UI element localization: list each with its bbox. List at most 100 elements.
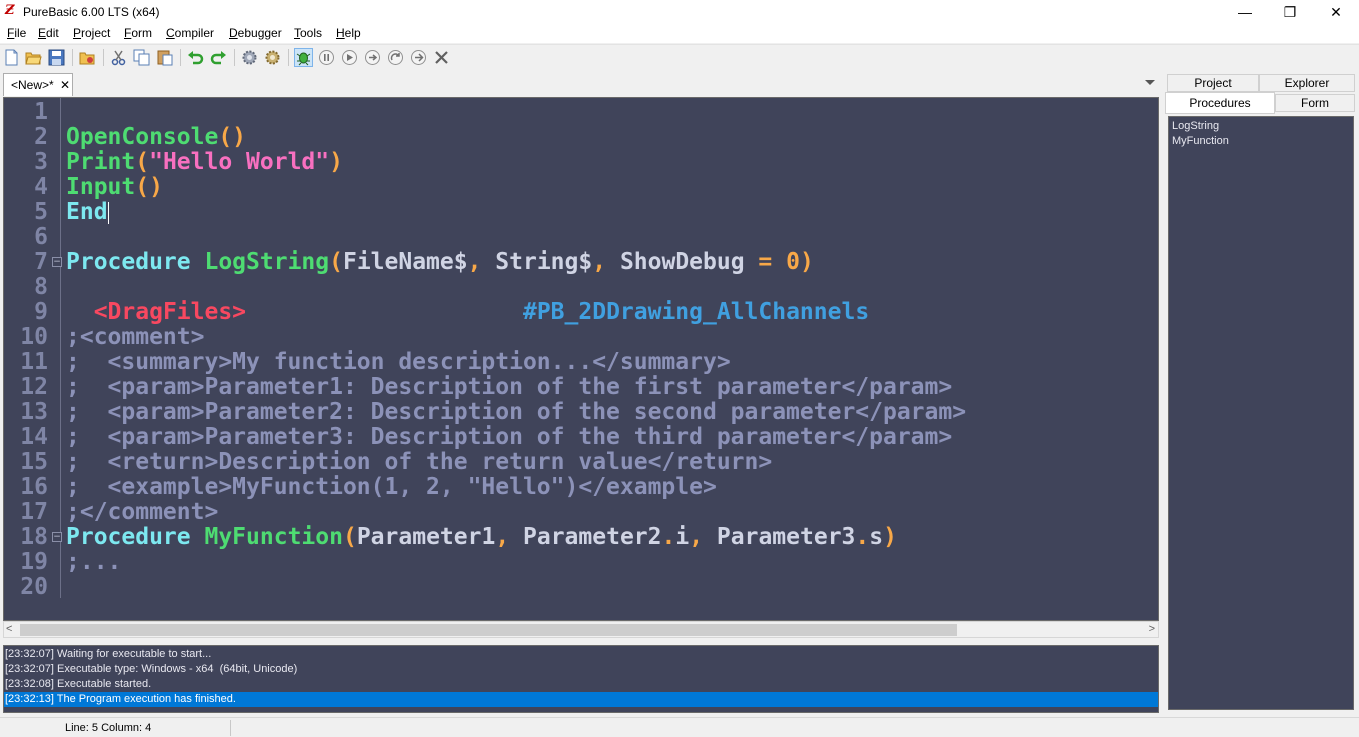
code-line[interactable]: 14 ; <param>Parameter3: Description of th… xyxy=(4,425,1154,450)
code-line[interactable]: 5 End xyxy=(4,200,1154,225)
code-text: ; <param>Parameter2: Description of the … xyxy=(66,400,966,425)
procedure-item[interactable]: MyFunction xyxy=(1172,134,1229,148)
menu-compiler[interactable]: Compiler xyxy=(166,26,214,40)
fold-toggle-icon[interactable]: − xyxy=(52,532,62,542)
minimize-button[interactable]: — xyxy=(1222,0,1268,24)
editor-tab[interactable]: <New>* ✕ xyxy=(3,73,73,96)
code-token-id: FileName$ xyxy=(342,249,468,275)
code-text: End xyxy=(66,200,109,225)
kill-icon[interactable] xyxy=(433,49,450,66)
code-text: Procedure LogString(FileName$, String$, … xyxy=(66,250,814,275)
code-token-cm: ; <param>Parameter1: Description of the … xyxy=(66,374,953,400)
save-icon[interactable] xyxy=(48,49,65,66)
procedure-list[interactable]: LogString MyFunction xyxy=(1168,116,1354,710)
code-line[interactable]: 7− Procedure LogString(FileName$, String$… xyxy=(4,250,1154,275)
new-file-icon[interactable] xyxy=(3,49,20,66)
code-line[interactable]: 20 xyxy=(4,575,1154,600)
code-line[interactable]: 16 ; <example>MyFunction(1, 2, "Hello")</… xyxy=(4,475,1154,500)
code-line[interactable]: 9 <DragFiles> #PB_2DDrawing_AllChannels xyxy=(4,300,1154,325)
line-number: 2 xyxy=(34,124,48,150)
line-number: 3 xyxy=(34,149,48,175)
code-line[interactable]: 4 Input() xyxy=(4,175,1154,200)
code-text: ;</comment> xyxy=(66,500,218,525)
code-token-fn: Input xyxy=(66,174,136,200)
code-token-cm: ;... xyxy=(66,549,122,575)
maximize-button[interactable]: ❐ xyxy=(1267,0,1313,24)
code-token-fn: LogString xyxy=(204,249,330,275)
menu-form[interactable]: Form xyxy=(124,26,152,40)
scroll-thumb[interactable] xyxy=(20,624,957,636)
code-line[interactable]: 18− Procedure MyFunction(Parameter1, Para… xyxy=(4,525,1154,550)
menu-tools[interactable]: Tools xyxy=(294,26,322,40)
menu-debugger[interactable]: Debugger xyxy=(229,26,282,40)
debug-output-panel[interactable]: [23:32:07] Waiting for executable to sta… xyxy=(3,645,1159,713)
line-number: 6 xyxy=(34,224,48,250)
stop-icon[interactable] xyxy=(410,49,427,66)
open-file-icon[interactable] xyxy=(25,49,42,66)
close-button[interactable]: ✕ xyxy=(1313,0,1359,24)
code-line[interactable]: 10 ;<comment> xyxy=(4,325,1154,350)
code-line[interactable]: 6 xyxy=(4,225,1154,250)
paste-icon[interactable] xyxy=(156,49,173,66)
code-text: ; <param>Parameter1: Description of the … xyxy=(66,375,952,400)
toolbar xyxy=(0,44,1359,69)
console-line[interactable]: [23:32:08] Executable started. xyxy=(4,677,1158,692)
step-over-icon[interactable] xyxy=(364,49,381,66)
debugger-icon[interactable] xyxy=(294,48,313,67)
code-line[interactable]: 15 ; <return>Description of the return va… xyxy=(4,450,1154,475)
code-token-punc: () xyxy=(218,124,247,150)
step-out-icon[interactable] xyxy=(387,49,404,66)
cut-icon[interactable] xyxy=(110,49,127,66)
code-token-num: 0 xyxy=(786,249,800,275)
console-line[interactable]: [23:32:07] Executable type: Windows - x6… xyxy=(4,662,1158,677)
editor-horizontal-scrollbar[interactable]: < > xyxy=(3,621,1159,638)
compile-run-icon[interactable] xyxy=(241,49,258,66)
status-bar: Line: 5 Column: 4 xyxy=(0,717,1359,737)
tab-project[interactable]: Project xyxy=(1167,74,1259,92)
pause-icon[interactable] xyxy=(318,49,335,66)
menu-project[interactable]: Project xyxy=(73,26,110,40)
code-text: Print("Hello World") xyxy=(66,150,343,175)
step-icon[interactable] xyxy=(341,49,358,66)
scroll-left-icon[interactable]: < xyxy=(6,623,12,635)
code-line[interactable]: 17 ;</comment> xyxy=(4,500,1154,525)
fold-toggle-icon[interactable]: − xyxy=(52,257,62,267)
code-text: Procedure MyFunction(Parameter1, Paramet… xyxy=(66,525,897,550)
console-line[interactable]: [23:32:07] Waiting for executable to sta… xyxy=(4,647,1158,662)
line-number: 5 xyxy=(34,199,48,225)
scroll-right-icon[interactable]: > xyxy=(1149,623,1155,635)
code-line[interactable]: 2 OpenConsole() xyxy=(4,125,1154,150)
code-line[interactable]: 12 ; <param>Parameter1: Description of th… xyxy=(4,375,1154,400)
code-line[interactable]: 1 xyxy=(4,100,1154,125)
menu-file[interactable]: File xyxy=(7,26,26,40)
tab-form[interactable]: Form xyxy=(1275,94,1355,112)
open-project-icon[interactable] xyxy=(79,49,96,66)
tab-close-icon[interactable]: ✕ xyxy=(60,74,70,96)
code-token-punc: , xyxy=(467,249,496,275)
tab-explorer[interactable]: Explorer xyxy=(1259,74,1355,92)
cursor-position: Line: 5 Column: 4 xyxy=(65,722,152,734)
text-cursor xyxy=(107,201,109,224)
tab-list-dropdown-icon[interactable] xyxy=(1145,80,1155,85)
procedure-item[interactable]: LogString xyxy=(1172,119,1219,133)
code-token-punc: ) xyxy=(329,149,343,175)
menu-edit[interactable]: Edit xyxy=(38,26,59,40)
copy-icon[interactable] xyxy=(133,49,150,66)
code-editor[interactable]: 1 2 OpenConsole() 3 Print("Hello World") 4 Inp… xyxy=(3,97,1159,621)
menu-help[interactable]: Help xyxy=(336,26,361,40)
build-icon[interactable] xyxy=(264,49,281,66)
code-token-punc: , xyxy=(495,524,524,550)
console-line[interactable]: [23:32:13] The Program execution has fin… xyxy=(4,692,1158,707)
line-number: 8 xyxy=(34,274,48,300)
code-line[interactable]: 19;... xyxy=(4,550,1154,575)
redo-icon[interactable] xyxy=(210,49,227,66)
undo-icon[interactable] xyxy=(187,49,204,66)
code-line[interactable]: 8 xyxy=(4,275,1154,300)
line-number: 12 xyxy=(20,374,48,400)
code-token-id: i xyxy=(675,524,690,550)
code-line[interactable]: 11 ; <summary>My function description...<… xyxy=(4,350,1154,375)
code-line[interactable]: 3 Print("Hello World") xyxy=(4,150,1154,175)
tab-procedures[interactable]: Procedures xyxy=(1165,92,1275,114)
app-logo-icon: Ƶ xyxy=(5,3,15,18)
code-line[interactable]: 13 ; <param>Parameter2: Description of th… xyxy=(4,400,1154,425)
